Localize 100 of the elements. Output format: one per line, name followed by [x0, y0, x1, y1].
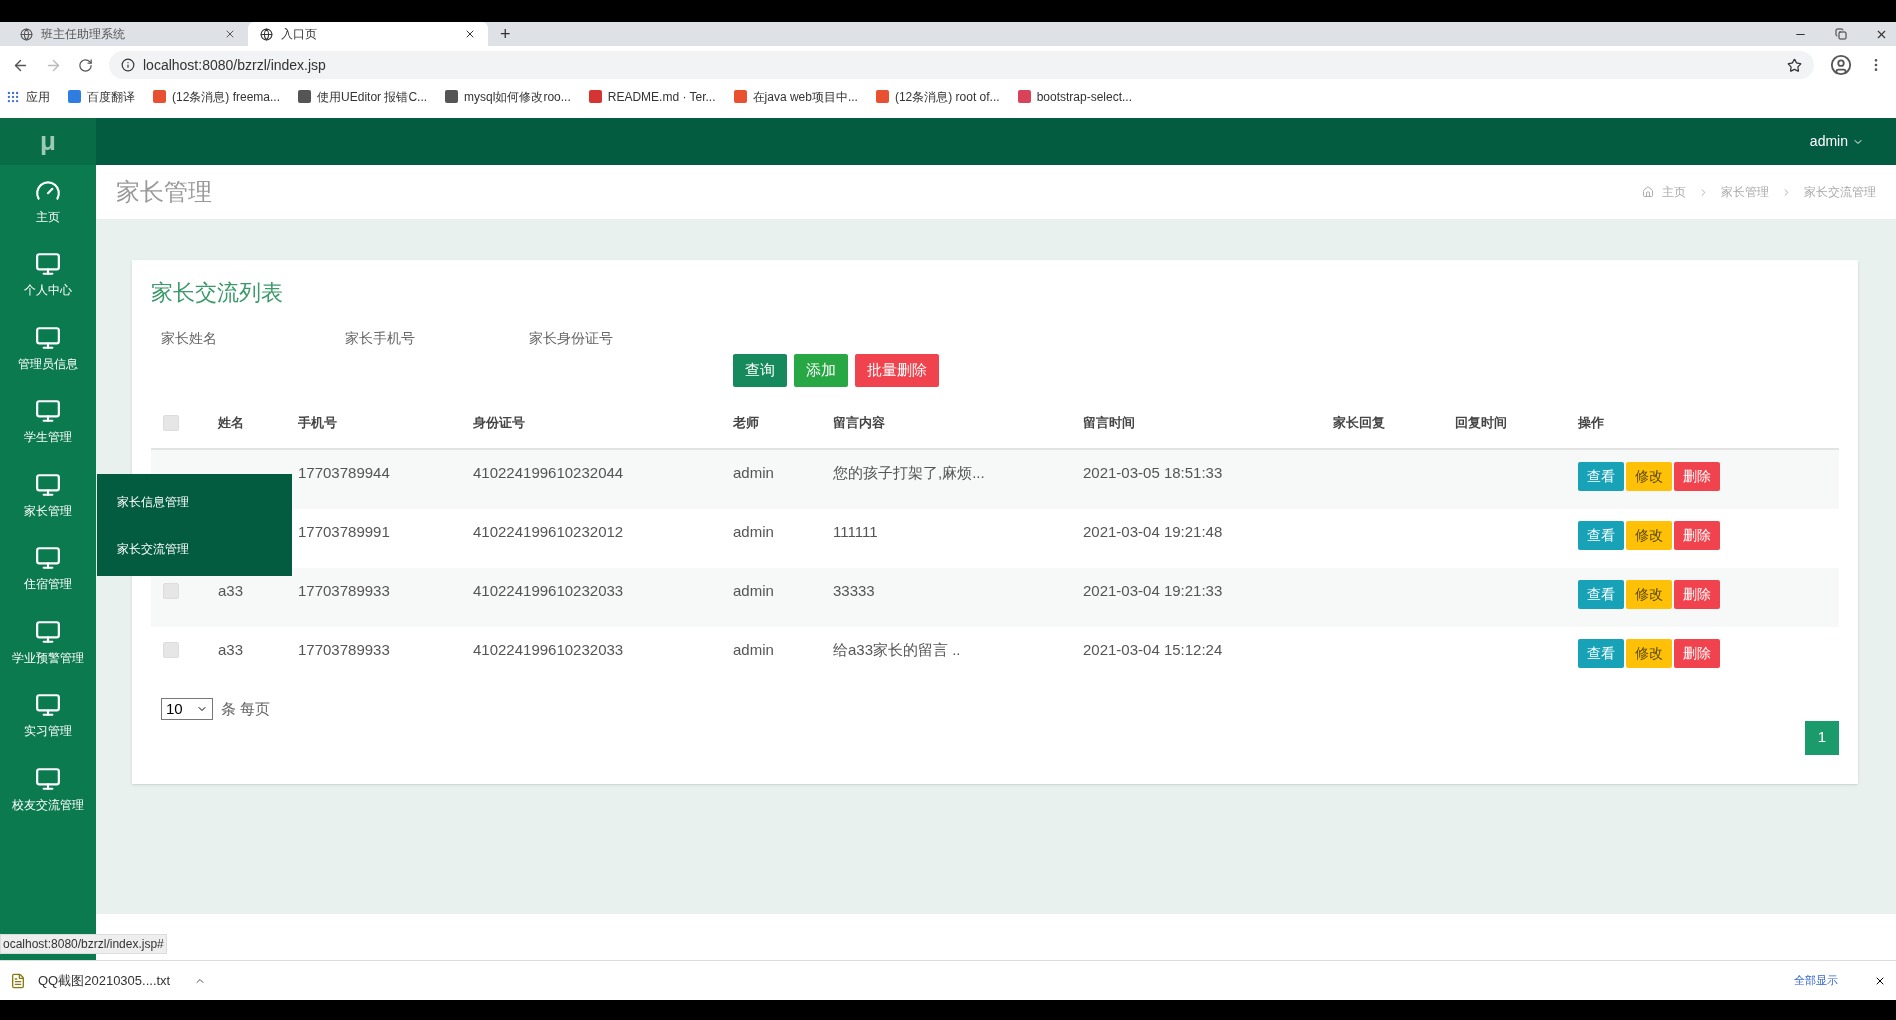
sidebar-item[interactable]: 学业预警管理 [0, 606, 96, 680]
browser-tab[interactable]: 入口页 [248, 22, 488, 46]
column-header: 身份证号 [472, 413, 526, 432]
bookmark-link[interactable]: mysql如何修改roo... [464, 87, 571, 106]
action-button[interactable]: 查询 [733, 354, 787, 387]
download-item[interactable]: QQ截图20210305....txt [38, 970, 171, 991]
column-header: 回复时间 [1454, 413, 1508, 432]
row-checkbox[interactable] [163, 414, 179, 431]
column-header: 操作 [1577, 413, 1605, 432]
bookmark-link[interactable]: bootstrap-select... [1036, 87, 1132, 106]
page-title: 家长管理 [116, 177, 213, 207]
monitor-icon [35, 692, 61, 719]
bookmark-link[interactable]: README.md · Ter... [607, 87, 716, 106]
bookmark-link[interactable]: 应用 [26, 87, 50, 106]
card-title: 家长交流列表 [151, 279, 284, 307]
table-cell: 2021-03-05 18:51:33 [1083, 464, 1223, 481]
new-tab-button[interactable]: + [488, 22, 523, 46]
table-cell: 17703789933 [298, 582, 390, 599]
page-size-label: 条 每页 [221, 699, 271, 719]
star-icon[interactable] [1787, 57, 1802, 73]
tab-title: 班主任助理系统 [41, 26, 126, 43]
table-cell: 17703789933 [298, 641, 390, 658]
reload-icon[interactable] [78, 57, 93, 73]
monitor-icon [35, 545, 61, 572]
table-cell: a33 [218, 582, 244, 599]
tab-title: 入口页 [281, 26, 318, 43]
table-cell: 17703789944 [298, 464, 390, 481]
address-bar[interactable]: localhost:8080/bzrzl/index.jsp [109, 51, 1814, 79]
row-action-button[interactable]: 删除 [1674, 521, 1720, 550]
monitor-icon [35, 765, 61, 792]
row-action-button[interactable]: 修改 [1626, 580, 1672, 609]
row-action-button[interactable]: 查看 [1578, 639, 1624, 668]
row-action-button[interactable]: 查看 [1578, 521, 1624, 550]
submenu-item[interactable]: 家长信息管理 [97, 478, 292, 525]
monitor-icon [35, 398, 61, 425]
sidebar-item[interactable]: 实习管理 [0, 679, 96, 753]
column-header: 手机号 [297, 413, 338, 432]
table-cell: admin [733, 464, 774, 481]
column-header: 留言内容 [832, 413, 886, 432]
sidebar-item[interactable]: 管理员信息 [0, 312, 96, 386]
table-cell: 您的孩子打架了,麻烦... [833, 464, 985, 481]
row-action-button[interactable]: 查看 [1578, 580, 1624, 609]
submenu-item[interactable]: 家长交流管理 [97, 525, 292, 572]
bookmark-link[interactable]: 在java web项目中... [752, 87, 858, 106]
row-action-button[interactable]: 删除 [1674, 462, 1720, 491]
search-field[interactable]: 家长身份证号 [529, 325, 681, 351]
table-cell: 2021-03-04 19:21:33 [1083, 582, 1223, 599]
sidebar-item[interactable]: 家长管理 [0, 459, 96, 533]
bookmark-link[interactable]: 百度翻译 [87, 87, 135, 106]
show-all-link[interactable]: 全部显示 [1794, 972, 1838, 989]
row-action-button[interactable]: 修改 [1626, 639, 1672, 668]
page-size-select[interactable]: 10 [161, 698, 213, 721]
table-cell: 17703789991 [298, 523, 390, 540]
row-checkbox[interactable] [163, 642, 179, 658]
app-logo: μ [40, 125, 56, 158]
bookmark-link[interactable]: 使用UEditor 报错C... [317, 87, 428, 106]
table-cell: 410224199610232012 [473, 523, 624, 540]
row-action-button[interactable]: 删除 [1674, 580, 1720, 609]
close-icon[interactable] [464, 28, 476, 40]
monitor-icon [35, 618, 61, 645]
row-action-button[interactable]: 查看 [1578, 462, 1624, 491]
table-cell: 33333 [833, 582, 875, 599]
search-field[interactable]: 家长姓名 [161, 325, 313, 351]
home-icon [1642, 186, 1654, 198]
row-checkbox[interactable] [163, 583, 179, 599]
table-cell: 111111 [833, 523, 878, 540]
table-cell: a33 [218, 641, 244, 658]
column-header: 留言时间 [1082, 413, 1136, 432]
sidebar-item[interactable]: 校友交流管理 [0, 753, 96, 827]
action-button[interactable]: 添加 [794, 354, 848, 387]
monitor-icon [35, 324, 61, 351]
page-button[interactable]: 1 [1805, 720, 1839, 755]
monitor-icon [35, 251, 61, 278]
restore-icon[interactable] [1835, 28, 1847, 40]
table-cell: 2021-03-04 15:12:24 [1083, 641, 1223, 658]
bookmark-link[interactable]: (12条消息) root of... [894, 87, 1000, 106]
search-field[interactable]: 家长手机号 [345, 325, 497, 351]
row-action-button[interactable]: 删除 [1674, 639, 1720, 668]
column-header: 老师 [732, 413, 760, 432]
bookmark-link[interactable]: (12条消息) freema... [172, 87, 281, 106]
sidebar-item[interactable]: 主页 [0, 165, 96, 239]
status-url: ocalhost:8080/bzrzl/index.jsp# [0, 934, 167, 954]
column-header: 姓名 [217, 413, 245, 432]
table-cell: 410224199610232033 [473, 641, 624, 658]
row-action-button[interactable]: 修改 [1626, 462, 1672, 491]
sidebar-item[interactable]: 学生管理 [0, 385, 96, 459]
row-action-button[interactable]: 修改 [1626, 521, 1672, 550]
table-cell: 给a33家长的留言 .. [833, 641, 961, 658]
globe-icon [260, 27, 273, 41]
info-icon [121, 58, 135, 72]
monitor-icon [35, 471, 61, 498]
table-cell: admin [733, 523, 774, 540]
table-cell: 410224199610232044 [473, 464, 624, 481]
action-button[interactable]: 批量删除 [855, 354, 939, 387]
sidebar-item[interactable]: 个人中心 [0, 238, 96, 312]
sidebar-item[interactable]: 住宿管理 [0, 532, 96, 606]
profile-icon[interactable] [1830, 54, 1852, 76]
table-cell: 2021-03-04 19:21:48 [1083, 523, 1223, 540]
user-menu[interactable]: admin [1809, 131, 1864, 152]
browser-tab[interactable]: 班主任助理系统 [8, 22, 248, 46]
